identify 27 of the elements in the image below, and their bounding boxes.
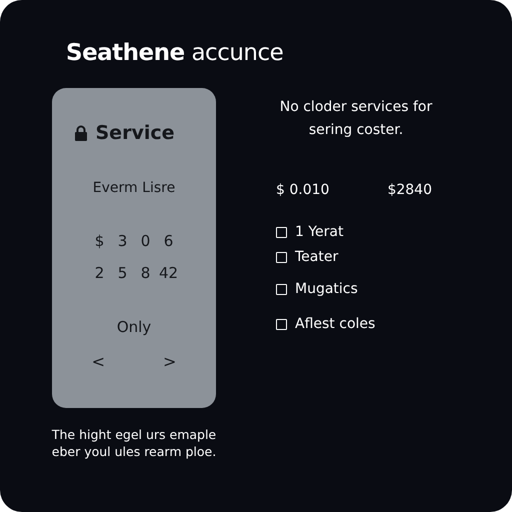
digit: 3 <box>118 232 128 250</box>
notice-text: No cloder services for sering coster. <box>278 98 434 140</box>
option-label: Mugatics <box>295 281 358 297</box>
checkbox[interactable] <box>276 318 287 330</box>
digit: 5 <box>118 264 128 282</box>
price: $2840 <box>387 182 432 198</box>
checkbox[interactable] <box>276 226 287 238</box>
checkbox[interactable] <box>276 284 287 294</box>
digit: 0 <box>140 232 150 250</box>
checkbox[interactable] <box>276 252 287 262</box>
digit: 6 <box>164 232 174 250</box>
price: $ 0.010 <box>276 182 330 198</box>
option-label: 1 Yerat <box>295 224 344 240</box>
digit: 2 <box>94 264 104 282</box>
previous-button[interactable]: < <box>88 352 109 371</box>
digit: 42 <box>158 264 178 282</box>
card-subtitle: Everm Lisre <box>92 180 176 196</box>
next-button[interactable]: > <box>159 352 180 371</box>
card-label: Only <box>116 318 152 336</box>
card-heading: Service <box>96 122 174 144</box>
digit: 8 <box>140 264 150 282</box>
page-title: Seathene accunce <box>66 40 284 66</box>
lock-icon <box>74 125 88 141</box>
option-label: Aflest coles <box>295 316 376 332</box>
option-label: Teater <box>295 249 338 265</box>
caption: The hight egel urs emaple eber youl ules rearm ploe. <box>50 426 218 460</box>
digit: $ <box>94 232 104 250</box>
